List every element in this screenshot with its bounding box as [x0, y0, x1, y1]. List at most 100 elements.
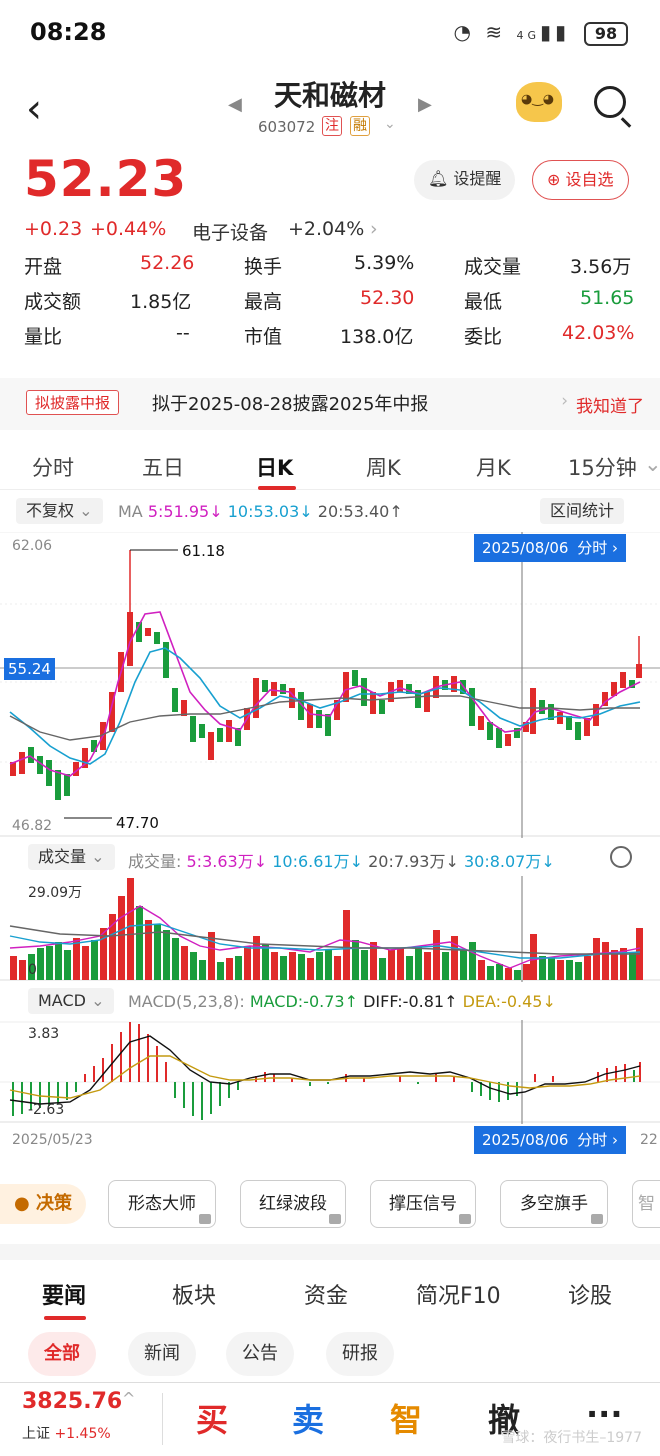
bottom-date-tag[interactable]: 2025/08/06 分时 › [474, 1126, 627, 1154]
tab-five-day[interactable]: 五日 [142, 452, 184, 482]
cursor-date: 2025/08/06 [482, 539, 569, 557]
subtab-all[interactable]: 全部 [28, 1332, 96, 1376]
chevron-right-icon: › [561, 391, 568, 411]
kline-y-bottom: 46.82 [12, 818, 53, 834]
price-change: +0.23 [24, 218, 83, 240]
dea-value: DEA:-0.45↓ [462, 992, 556, 1011]
divider [162, 1393, 163, 1445]
chevron-down-icon[interactable]: ⌄ [644, 452, 660, 476]
stat-label: 成交量 [464, 256, 522, 278]
smart-button[interactable]: 智 [390, 1395, 422, 1441]
volume-header: 成交量 ⌄ 成交量: 5:3.63万↓ 10:6.61万↓ 20:7.93万↓ … [0, 844, 660, 872]
tool-bar: ● 决策 形态大师 红绿波段 撑压信号 多空旗手 智 [0, 1176, 660, 1236]
tab-capital[interactable]: 资金 [304, 1278, 348, 1310]
current-price: 52.23 [24, 150, 188, 208]
active-tab-indicator [44, 1316, 86, 1320]
add-watchlist-button[interactable]: ⊕ 设自选 [532, 160, 629, 200]
stock-code: 603072 [258, 118, 316, 136]
stat-value: 52.26 [140, 252, 195, 274]
notice-bar[interactable]: 拟披露中报 拟于2025-08-28披露2025年中报 › 我知道了 [0, 378, 660, 430]
stat-value: 5.39% [354, 252, 415, 274]
stat-label: 开盘 [24, 256, 63, 278]
ma-label: MA [118, 502, 143, 521]
adjust-dropdown[interactable]: 不复权 ⌄ [16, 498, 103, 524]
stats-row: 成交额 1.85亿 最高 52.30 最低 51.65 [24, 287, 636, 321]
stat-value: 138.0亿 [340, 326, 414, 348]
high-price-label: 61.18 [182, 542, 225, 560]
stock-header: ‹ 天和磁材 ◀ ▶ 603072 注 融 ⌄ [0, 70, 660, 150]
subtab-announcements[interactable]: 公告 [226, 1332, 294, 1376]
macd-chart[interactable] [0, 1020, 660, 1124]
stat-value: 51.65 [580, 287, 635, 309]
cursor-date-tag[interactable]: 2025/08/06 分时 › [474, 534, 627, 562]
tab-15min[interactable]: 15分钟 [568, 452, 637, 482]
ma-legend: MA 5:51.95↓ 10:53.03↓ 20:53.40↑ [118, 502, 403, 521]
vol30-value: 30:8.07万↓ [463, 852, 555, 871]
tab-monthly-k[interactable]: 月K [476, 452, 511, 482]
tab-daily-k[interactable]: 日K [256, 452, 293, 482]
sector-change[interactable]: +2.04% [288, 218, 364, 240]
notice-text: 拟于2025-08-28披露2025年中报 [152, 394, 429, 415]
index-name: 上证 [22, 1426, 50, 1442]
buy-button[interactable]: 买 [196, 1395, 228, 1441]
macd-value: MACD:-0.73↑ [249, 992, 358, 1011]
sell-button[interactable]: 卖 [292, 1395, 324, 1441]
volume-y-top: 29.09万 [28, 885, 83, 901]
kline-chart[interactable] [0, 532, 660, 838]
index-change: +1.45% [54, 1426, 111, 1442]
margin-tag-zhu: 注 [322, 116, 342, 136]
stat-label: 委比 [464, 326, 503, 348]
stat-label: 最高 [244, 291, 283, 313]
tool-smart[interactable]: 智 [632, 1180, 660, 1228]
tab-headlines[interactable]: 要闻 [42, 1278, 86, 1310]
tab-weekly-k[interactable]: 周K [366, 452, 401, 482]
macd-indicator-dropdown[interactable]: MACD ⌄ [28, 988, 115, 1014]
decision-button[interactable]: ● 决策 [0, 1184, 86, 1224]
stats-row: 量比 -- 市值 138.0亿 委比 42.03% [24, 322, 636, 356]
lock-icon [199, 1214, 211, 1224]
tool-red-green-band[interactable]: 红绿波段 [240, 1180, 346, 1228]
sector-name[interactable]: 电子设备 [192, 218, 268, 245]
chevron-down-icon[interactable]: ⌄ [384, 116, 396, 132]
vol5-value: 5:3.63万↓ [186, 852, 268, 871]
prev-stock-icon[interactable]: ◀ [228, 94, 242, 115]
chevron-right-icon[interactable]: › [370, 218, 378, 240]
settings-icon[interactable] [610, 846, 632, 868]
stat-value: 3.56万 [570, 256, 632, 278]
volume-chart[interactable] [0, 876, 660, 982]
tool-label: 红绿波段 [259, 1194, 327, 1214]
volume-bars [10, 878, 643, 980]
section-divider [0, 1244, 660, 1260]
add-circle-icon: ⊕ [547, 170, 561, 189]
ma20-value: 20:53.40↑ [317, 502, 403, 521]
range-stats-button[interactable]: 区间统计 [540, 498, 625, 524]
tab-sector[interactable]: 板块 [172, 1278, 216, 1310]
volume-indicator-dropdown[interactable]: 成交量 ⌄ [28, 844, 115, 870]
price-change-pct: +0.44% [90, 218, 167, 240]
tab-f10[interactable]: 简况F10 [416, 1278, 501, 1310]
tool-label: 撑压信号 [389, 1194, 457, 1214]
diff-value: DIFF:-0.81↑ [363, 992, 458, 1011]
dismiss-notice-button[interactable]: 我知道了 [576, 392, 644, 417]
x-axis-start-date: 2025/05/23 [12, 1132, 93, 1148]
bell-icon: 🔔︎ [428, 169, 449, 188]
set-reminder-button[interactable]: 🔔︎ 设提醒 [414, 160, 516, 200]
chevron-up-icon[interactable]: ^ [122, 1389, 135, 1408]
stat-value: -- [176, 322, 190, 344]
tab-intraday[interactable]: 分时 [32, 452, 74, 482]
macd-legend: MACD(5,23,8): MACD:-0.73↑ DIFF:-0.81↑ DE… [128, 992, 556, 1011]
tab-diagnosis[interactable]: 诊股 [568, 1278, 612, 1310]
stats-row: 开盘 52.26 换手 5.39% 成交量 3.56万 [24, 252, 636, 286]
tool-pattern-master[interactable]: 形态大师 [108, 1180, 216, 1228]
chevron-down-icon: ⌄ [91, 847, 105, 866]
index-value[interactable]: 3825.76 [22, 1389, 122, 1414]
tool-long-short-flag[interactable]: 多空旗手 [500, 1180, 608, 1228]
mascot-icon[interactable] [516, 82, 562, 122]
search-icon[interactable] [594, 86, 626, 118]
subtab-research[interactable]: 研报 [326, 1332, 394, 1376]
tool-support-resistance[interactable]: 撑压信号 [370, 1180, 476, 1228]
next-stock-icon[interactable]: ▶ [418, 94, 432, 115]
stat-label: 市值 [244, 326, 283, 348]
decision-icon: ● [14, 1193, 30, 1214]
subtab-news[interactable]: 新闻 [128, 1332, 196, 1376]
